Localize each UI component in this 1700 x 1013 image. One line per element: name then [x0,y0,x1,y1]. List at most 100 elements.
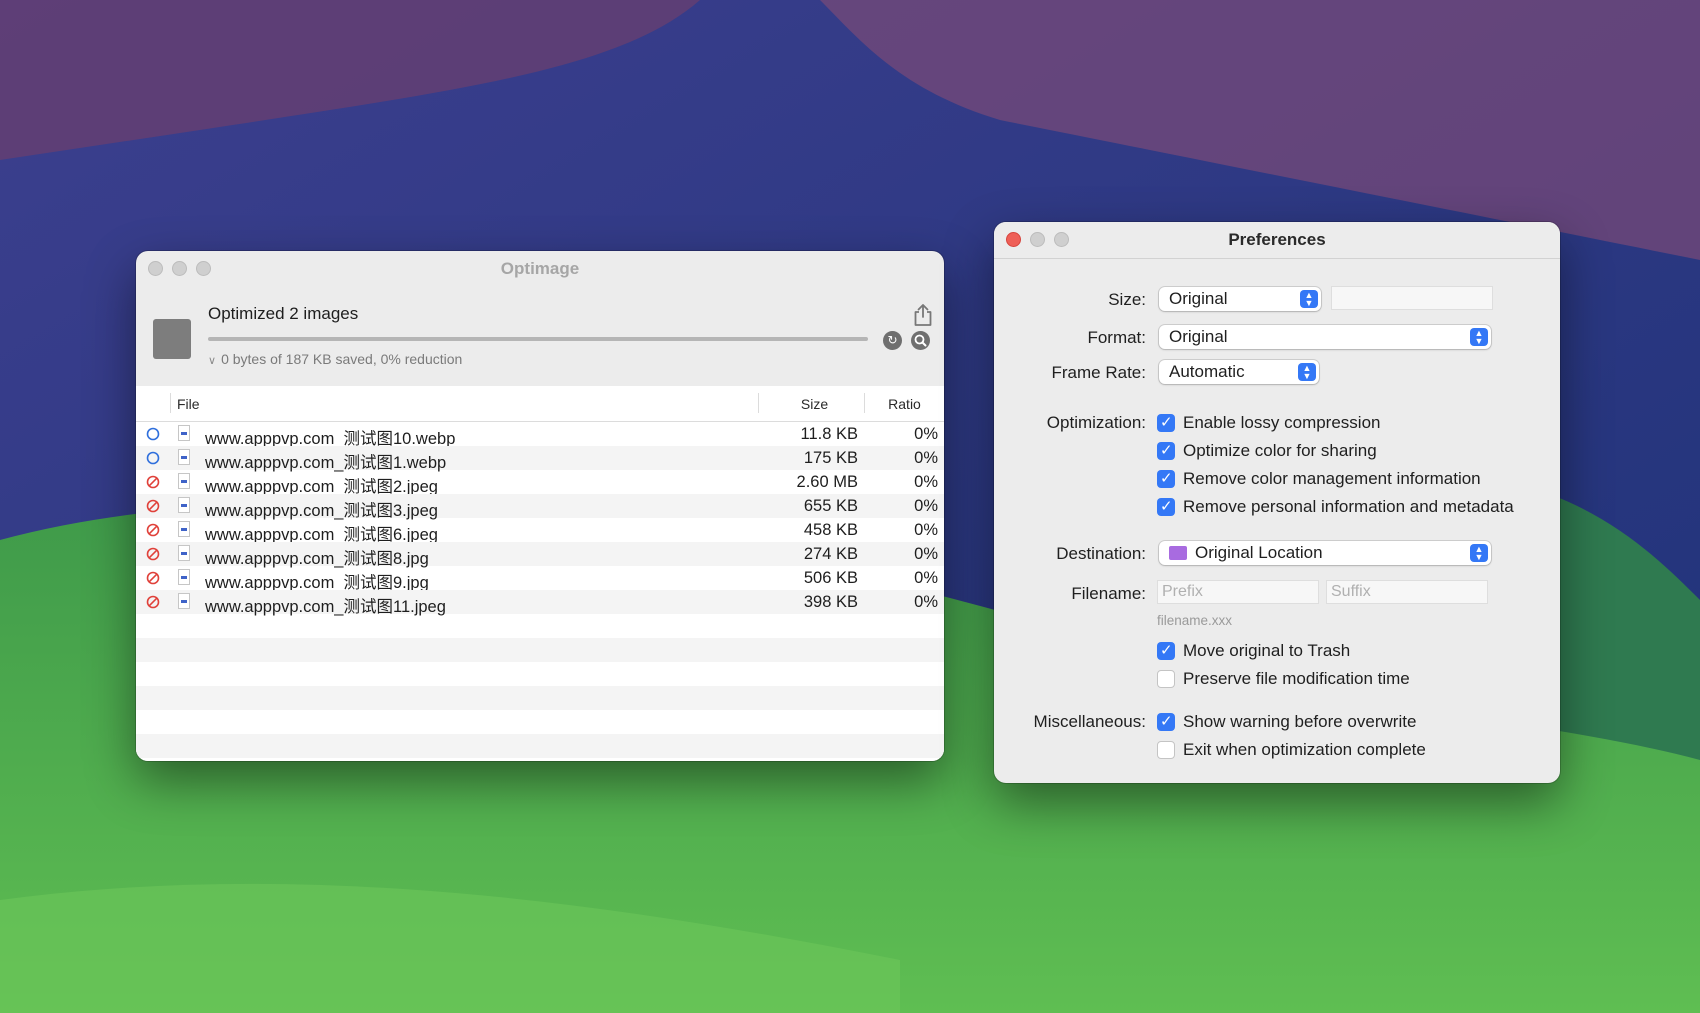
file-table: File Size Ratio www.apppvp.com_测试图10.web… [136,386,944,761]
checkbox-label: Remove personal information and metadata [1183,497,1514,516]
checkbox-checked-icon[interactable] [1157,441,1175,460]
error-status-icon [146,523,160,537]
table-header: File Size Ratio [136,386,944,422]
table-body: www.apppvp.com_测试图10.webp 11.8 KB 0% www.ap… [136,422,944,758]
suffix-input[interactable] [1331,581,1487,603]
image-file-icon [178,425,190,441]
file-ratio: 0% [914,497,938,515]
optimization-label: Optimization: [1046,413,1146,432]
file-ratio: 0% [914,593,938,611]
file-size: 274 KB [803,545,858,563]
window-controls [148,261,211,276]
checkbox-unchecked-icon[interactable] [1157,670,1175,688]
frame-rate-popup[interactable]: Automatic ▲ ▼ [1159,360,1319,384]
checkbox-checked-icon[interactable] [1157,497,1175,516]
image-file-icon [178,497,190,513]
optimage-window: Optimage Optimized 2 images ∨ 0 bytes of … [136,251,944,761]
checkbox-checked-icon[interactable] [1157,712,1175,731]
prefix-field[interactable] [1157,580,1319,604]
prefix-input[interactable] [1162,581,1318,603]
summary-title: Optimized 2 images [208,304,359,323]
checkbox-label: Enable lossy compression [1183,413,1381,432]
filename-preview: filename.xxx [1157,613,1233,628]
empty-row [136,686,944,710]
file-ratio: 0% [914,473,938,491]
table-row[interactable]: www.apppvp.com_测试图2.jpeg 2.60 MB 0% [136,470,944,496]
close-button[interactable] [1006,232,1021,247]
checkbox-label: Optimize color for sharing [1183,441,1377,460]
format-label: Format: [1087,328,1146,347]
file-size: 655 KB [803,497,858,515]
magnifier-icon[interactable] [911,331,930,350]
checkbox-checked-icon[interactable] [1157,413,1175,432]
popup-arrows-icon: ▲ ▼ [1298,363,1316,381]
file-size: 506 KB [803,569,858,587]
document-thumbnail-icon [153,319,191,359]
window-controls [1006,232,1069,247]
file-ratio: 0% [914,449,938,467]
frame-rate-label: Frame Rate: [1051,363,1146,382]
suffix-field[interactable] [1326,580,1488,604]
summary-details[interactable]: ∨ 0 bytes of 187 KB saved, 0% reduction [208,351,462,367]
table-row[interactable]: www.apppvp.com_测试图10.webp 11.8 KB 0% [136,422,944,448]
destination-popup[interactable]: Original Location ▲ ▼ [1159,541,1491,565]
window-title: Preferences [1228,230,1326,249]
empty-row [136,734,944,758]
checkbox-checked-icon[interactable] [1157,641,1175,660]
folder-icon [1169,546,1187,560]
empty-row [136,614,944,638]
checkbox-label: Move original to Trash [1183,641,1351,660]
file-size: 2.60 MB [796,473,858,491]
column-header-size[interactable]: Size [758,393,870,413]
checkbox-checked-icon[interactable] [1157,469,1175,488]
checkbox-label: Exit when optimization complete [1183,740,1426,759]
error-status-icon [146,499,160,513]
preferences-window: Preferences Size: Original ▲ ▼ Format: Or… [994,222,1560,783]
preferences-titlebar: Preferences [994,222,1560,259]
format-value: Original [1169,327,1228,346]
image-file-icon [178,569,190,585]
table-row[interactable]: www.apppvp.com_测试图1.webp 175 KB 0% [136,446,944,472]
table-row[interactable]: www.apppvp.com_测试图9.jpg 506 KB 0% [136,566,944,592]
empty-row [136,662,944,686]
destination-value: Original Location [1195,543,1323,562]
checkbox-unchecked-icon[interactable] [1157,741,1175,759]
size-value-field[interactable] [1331,286,1493,310]
file-ratio: 0% [914,569,938,587]
destination-label: Destination: [1056,544,1146,563]
summary-panel: Optimized 2 images ∨ 0 bytes of 187 KB sa… [136,287,944,377]
table-row[interactable]: www.apppvp.com_测试图11.jpeg 398 KB 0% [136,590,944,616]
minimize-button[interactable] [172,261,187,276]
table-row[interactable]: www.apppvp.com_测试图3.jpeg 655 KB 0% [136,494,944,520]
table-row[interactable]: www.apppvp.com_测试图8.jpg 274 KB 0% [136,542,944,568]
error-status-icon [146,547,160,561]
error-status-icon [146,571,160,585]
size-value: Original [1169,289,1228,308]
progress-bar [208,337,868,341]
image-file-icon [178,521,190,537]
image-file-icon [178,449,190,465]
size-label: Size: [1108,290,1146,309]
popup-arrows-icon: ▲ ▼ [1470,328,1488,346]
close-button[interactable] [148,261,163,276]
minimize-button[interactable] [1030,232,1045,247]
table-row[interactable]: www.apppvp.com_测试图6.jpeg 458 KB 0% [136,518,944,544]
popup-arrows-icon: ▲ ▼ [1300,290,1318,308]
pending-status-icon [146,427,160,441]
refresh-icon[interactable]: ↻ [883,331,902,350]
miscellaneous-label: Miscellaneous: [1033,712,1146,731]
zoom-button[interactable] [1054,232,1069,247]
column-header-file[interactable]: File [170,393,200,413]
file-size: 398 KB [803,593,858,611]
size-popup[interactable]: Original ▲ ▼ [1159,287,1321,311]
zoom-button[interactable] [196,261,211,276]
frame-rate-value: Automatic [1169,362,1245,381]
format-popup[interactable]: Original ▲ ▼ [1159,325,1491,349]
share-icon[interactable] [912,303,934,327]
checkbox-label: Preserve file modification time [1183,669,1410,688]
column-header-ratio[interactable]: Ratio [864,393,944,413]
chevron-down-icon: ∨ [208,355,217,367]
file-size: 11.8 KB [800,425,858,443]
image-file-icon [178,545,190,561]
savings-text: 0 bytes of 187 KB saved, 0% reduction [221,351,463,367]
